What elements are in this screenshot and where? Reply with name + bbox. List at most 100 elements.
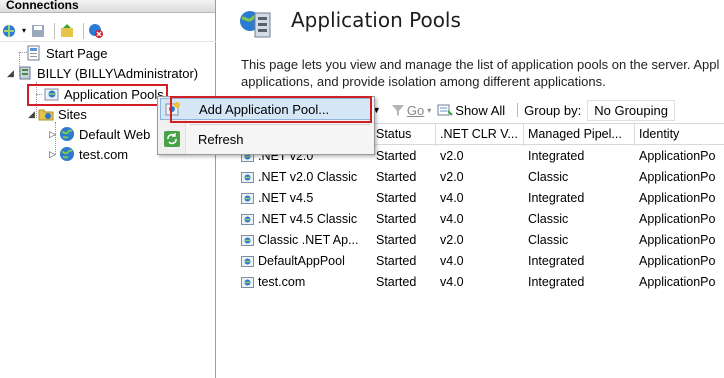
column-header-clr[interactable]: .NET CLR V... (436, 124, 524, 146)
cell-pipeline: Integrated (524, 188, 635, 209)
cell-pipeline: Integrated (524, 251, 635, 272)
collapse-arrow-icon[interactable]: ◢ (7, 68, 17, 79)
context-menu: Add Application Pool... Refresh (157, 96, 375, 155)
cell-identity: ApplicationPo (635, 146, 724, 167)
cell-pipeline: Integrated (524, 146, 635, 167)
cell-text: test.com (258, 275, 306, 289)
toolbar-separator (83, 22, 85, 39)
cell-text: Started (376, 191, 417, 205)
cell-status: Started (372, 272, 436, 293)
collapse-arrow-icon[interactable]: ◢ (28, 109, 38, 120)
cell-text: .NET v4.5 Classic (258, 212, 358, 226)
cell-status: Started (372, 230, 436, 251)
cell-clr: v4.0 (436, 251, 524, 272)
cell-text: Started (376, 275, 417, 289)
cell-status: Started (372, 251, 436, 272)
expand-arrow-icon[interactable]: ▷ (49, 149, 59, 160)
cell-text: v4.0 (440, 191, 464, 205)
column-header-status[interactable]: Status (372, 124, 436, 146)
tree-item-server[interactable]: ◢ BILLY (BILLY\Administrator) (7, 64, 198, 82)
table-row[interactable]: .NET v4.5 Classic Started v4.0 Classic Appli… (237, 209, 724, 230)
show-all-label: Show All (455, 102, 506, 118)
cell-text: ApplicationPo (639, 191, 716, 205)
cell-text: v4.0 (440, 254, 464, 268)
group-by-select[interactable]: No Grouping (587, 99, 675, 121)
cell-text: Classic .NET Ap... (258, 233, 359, 247)
cell-status: Started (372, 209, 436, 230)
disconnect-icon[interactable] (88, 23, 104, 39)
cell-identity: ApplicationPo (635, 209, 724, 230)
app-pool-icon (241, 212, 255, 226)
table-row[interactable]: test.com Started v4.0 Integrated Application… (237, 272, 724, 293)
cell-text: ApplicationPo (639, 149, 716, 163)
menu-item-add-application-pool[interactable]: Add Application Pool... (160, 98, 372, 120)
cell-text: Started (376, 254, 417, 268)
cell-name: .NET v2.0 Classic (237, 167, 372, 188)
cell-text: v2.0 (440, 233, 464, 247)
menu-item-label: Add Application Pool... (199, 101, 330, 117)
cell-clr: v2.0 (436, 167, 524, 188)
cell-pipeline: Classic (524, 230, 635, 251)
tree-item-default-web-site[interactable]: ▷ Default Web (49, 125, 150, 143)
tree-item-sites[interactable]: ◢ Sites (28, 105, 87, 123)
app-pool-icon (241, 254, 255, 268)
toolbar-separator (54, 22, 56, 39)
cell-identity: ApplicationPo (635, 230, 724, 251)
cell-text: ApplicationPo (639, 212, 716, 226)
cell-text: Classic (528, 170, 569, 184)
cell-name: Classic .NET Ap... (237, 230, 372, 251)
cell-text: .NET v2.0 Classic (258, 170, 358, 184)
cell-clr: v4.0 (436, 188, 524, 209)
cell-text: Classic (528, 212, 569, 226)
go-label: Go (406, 102, 425, 118)
connections-header: Connections (0, 0, 215, 13)
cell-text: Integrated (528, 275, 585, 289)
expand-arrow-icon[interactable]: ▷ (49, 129, 59, 140)
table-row[interactable]: .NET v4.5 Started v4.0 Integrated Applicatio… (237, 188, 724, 209)
cell-text: Started (376, 212, 417, 226)
menu-item-refresh[interactable]: Refresh (160, 128, 372, 150)
table-row[interactable]: DefaultAppPool Started v4.0 Integrated Appli… (237, 251, 724, 272)
tree-item-label: Start Page (46, 45, 108, 61)
app-pool-icon (241, 275, 255, 289)
column-header-identity[interactable]: Identity (635, 124, 724, 146)
cell-status: Started (372, 188, 436, 209)
application-pools-header-icon (237, 4, 275, 42)
cell-text: ApplicationPo (639, 275, 716, 289)
cell-name: .NET v4.5 (237, 188, 372, 209)
tree-item-start-page[interactable]: Start Page (26, 44, 107, 62)
connections-pane: Connections ▾ Start Page ◢ BILLY (BILLY\… (0, 0, 216, 378)
cell-name: .NET v4.5 Classic (237, 209, 372, 230)
cell-clr: v4.0 (436, 272, 524, 293)
chevron-down-icon[interactable]: ▾ (22, 26, 26, 35)
cell-text: v2.0 (440, 149, 464, 163)
table-row[interactable]: .NET v2.0 Classic Started v2.0 Classic Appli… (237, 167, 724, 188)
up-level-icon[interactable] (59, 23, 75, 39)
cell-name: test.com (237, 272, 372, 293)
show-all-button[interactable]: Show All (437, 103, 505, 118)
save-icon[interactable] (30, 23, 46, 39)
connect-icon[interactable] (2, 23, 18, 39)
cell-text: Integrated (528, 191, 585, 205)
globe-icon (59, 146, 75, 162)
cell-text: ApplicationPo (639, 254, 716, 268)
cell-status: Started (372, 146, 436, 167)
cell-identity: ApplicationPo (635, 272, 724, 293)
cell-text: .NET v4.5 (258, 191, 314, 205)
tree-item-test-com[interactable]: ▷ test.com (49, 145, 128, 163)
filter-bar: ▼ Go ▾ Show All Group by: No Grouping (372, 99, 681, 121)
description-line: applications, and provide isolation amon… (241, 74, 606, 89)
refresh-icon (164, 131, 180, 147)
cell-clr: v4.0 (436, 209, 524, 230)
column-header-pipeline[interactable]: Managed Pipel... (524, 124, 635, 146)
go-button[interactable]: Go ▾ (391, 103, 431, 118)
sites-folder-icon (38, 106, 54, 122)
tree-item-label: BILLY (BILLY\Administrator) (37, 65, 199, 81)
cell-text: Classic (528, 233, 569, 247)
cell-text: DefaultAppPool (258, 254, 345, 268)
cell-text: v4.0 (440, 275, 464, 289)
cell-pipeline: Classic (524, 167, 635, 188)
main-pane: Application Pools This page lets you vie… (237, 0, 724, 378)
table-row[interactable]: Classic .NET Ap... Started v2.0 Classic Appl… (237, 230, 724, 251)
filter-separator (517, 103, 519, 117)
